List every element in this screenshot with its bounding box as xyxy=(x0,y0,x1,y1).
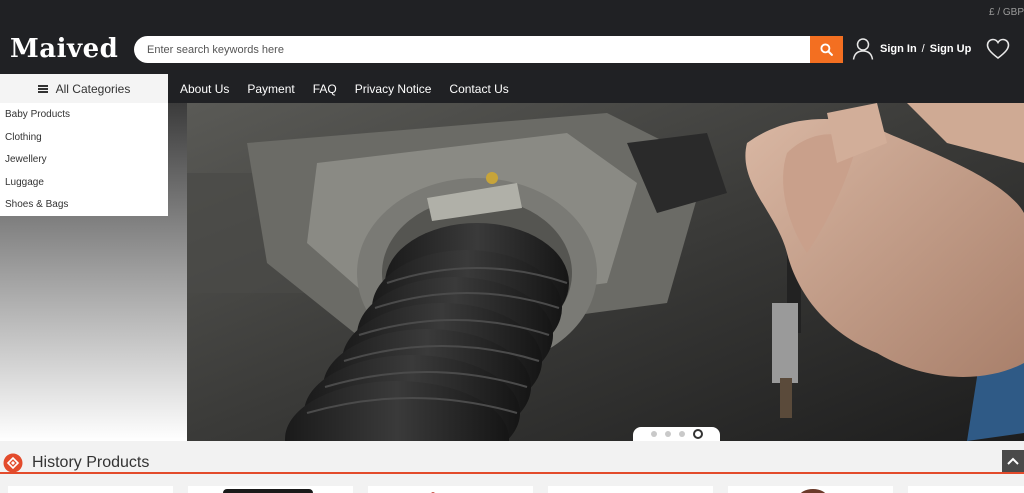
chevron-up-icon xyxy=(1007,457,1019,465)
currency-selector[interactable]: £ / GBP xyxy=(989,7,1024,18)
all-categories-label: All Categories xyxy=(55,81,131,96)
carousel-dot-3[interactable] xyxy=(678,431,685,437)
product-card[interactable] xyxy=(368,486,533,493)
nav-faq[interactable]: FAQ xyxy=(313,82,337,96)
carousel-dot-1[interactable] xyxy=(650,431,657,437)
product-thumbnail xyxy=(548,489,713,493)
sign-up-link[interactable]: Sign Up xyxy=(930,43,972,55)
history-icon xyxy=(3,453,23,473)
search-icon xyxy=(820,43,833,56)
hero-banner[interactable] xyxy=(187,103,1024,441)
auth-separator: / xyxy=(921,43,925,55)
sign-in-link[interactable]: Sign In xyxy=(880,43,917,55)
history-title: History Products xyxy=(32,454,150,471)
product-thumbnail xyxy=(223,489,313,493)
product-card[interactable] xyxy=(548,486,713,493)
category-item-baby-products[interactable]: Baby Products xyxy=(0,107,168,130)
heart-icon[interactable] xyxy=(986,38,1010,60)
product-thumbnail xyxy=(800,489,826,493)
product-thumbnail xyxy=(8,489,173,493)
product-card[interactable] xyxy=(728,486,893,493)
product-card[interactable] xyxy=(908,486,1024,493)
category-item-shoes-bags[interactable]: Shoes & Bags xyxy=(0,197,168,220)
all-categories-button[interactable]: All Categories xyxy=(0,74,168,103)
product-card[interactable] xyxy=(188,486,353,493)
product-card[interactable] xyxy=(8,486,173,493)
menu-icon xyxy=(37,84,48,93)
hero-image xyxy=(187,103,1024,441)
history-section-header: History Products xyxy=(0,446,1024,474)
scroll-top-button[interactable] xyxy=(1002,450,1024,472)
category-item-luggage[interactable]: Luggage xyxy=(0,175,168,198)
category-item-jewellery[interactable]: Jewellery xyxy=(0,152,168,175)
search-bar xyxy=(134,36,843,63)
search-button[interactable] xyxy=(810,36,843,63)
carousel-dot-2[interactable] xyxy=(664,431,671,437)
nav-contact-us[interactable]: Contact Us xyxy=(449,82,508,96)
history-product-list xyxy=(8,486,1024,493)
carousel-dot-4[interactable] xyxy=(692,429,703,439)
auth-links: Sign In / Sign Up xyxy=(880,43,971,55)
user-icon[interactable] xyxy=(852,37,874,61)
product-thumbnail xyxy=(430,492,436,493)
nav-about-us[interactable]: About Us xyxy=(180,82,229,96)
search-input[interactable] xyxy=(134,36,810,63)
nav-privacy-notice[interactable]: Privacy Notice xyxy=(355,82,432,96)
category-list: Baby Products Clothing Jewellery Luggage… xyxy=(0,103,168,216)
nav-payment[interactable]: Payment xyxy=(247,82,294,96)
site-logo[interactable]: Maived xyxy=(10,34,118,64)
category-item-clothing[interactable]: Clothing xyxy=(0,130,168,153)
main-nav: About Us Payment FAQ Privacy Notice Cont… xyxy=(180,82,527,96)
carousel-dots xyxy=(633,427,720,441)
